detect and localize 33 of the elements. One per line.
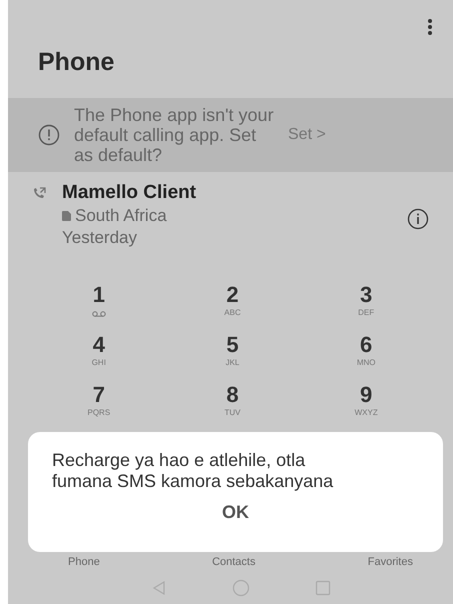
call-log-item[interactable]: Mamello Client South Africa Yesterday [8, 172, 453, 262]
banner-message: The Phone app isn't your default calling app. Set as default? [74, 105, 274, 165]
key-letters: GHI [92, 358, 106, 367]
app-title: Phone [37, 47, 116, 78]
key-letters: PQRS [87, 408, 110, 417]
dial-key[interactable]: 1 [92, 282, 105, 308]
key-letters: MNO [356, 358, 376, 367]
dial-key[interactable]: 3 [360, 282, 372, 308]
call-location: South Africa [75, 206, 167, 226]
dial-key[interactable]: 8 [226, 382, 239, 408]
dial-key[interactable]: 7 [92, 382, 105, 408]
key-letters: ABC [224, 308, 241, 317]
sim-icon [62, 211, 71, 221]
call-time: Yesterday [62, 228, 138, 248]
recents-icon[interactable] [314, 580, 330, 596]
key-letters: JKL [226, 358, 240, 367]
dial-key[interactable]: 2 [226, 282, 239, 308]
dial-key[interactable]: 5 [226, 332, 239, 358]
key-letters: TUV [224, 408, 240, 417]
dial-key[interactable]: 4 [92, 332, 105, 358]
dial-key[interactable]: 9 [360, 382, 372, 408]
contact-name: Mamello Client [62, 182, 198, 204]
info-icon[interactable] [407, 208, 429, 230]
back-icon[interactable] [150, 580, 166, 596]
more-options-icon[interactable] [427, 18, 433, 36]
key-letters: WXYZ [354, 408, 378, 417]
dialog-message: Recharge ya hao e atlehile, otla fumana SMS kamora sebakanyana [52, 450, 334, 492]
dial-key[interactable]: 6 [360, 332, 372, 358]
outgoing-call-icon [32, 187, 46, 199]
alert-icon [38, 124, 60, 146]
voicemail-icon [92, 311, 106, 317]
home-icon[interactable] [232, 579, 250, 597]
key-letters: DEF [358, 308, 374, 317]
